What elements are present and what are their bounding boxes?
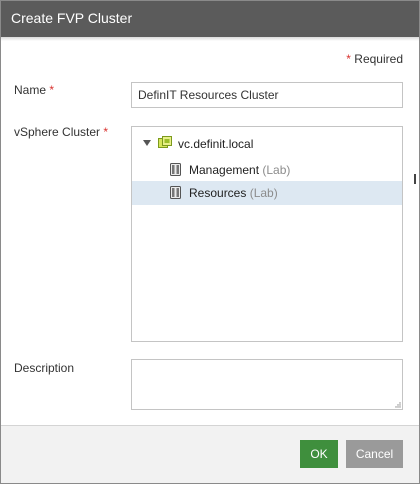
description-textarea[interactable] xyxy=(131,359,403,410)
cancel-button[interactable]: Cancel xyxy=(346,440,403,468)
description-label-text: Description xyxy=(14,361,75,375)
required-text: Required xyxy=(354,52,403,66)
name-input[interactable] xyxy=(131,82,403,108)
tree-item-resources-label: Resources (Lab) xyxy=(189,186,278,200)
cluster-tree[interactable]: vc.definit.local Management (Lab) Resour… xyxy=(131,126,403,342)
required-note: * Required xyxy=(346,52,403,66)
tree-item-management-name: Management xyxy=(189,163,260,177)
name-label-text: Name xyxy=(14,83,47,97)
tree-root-label: vc.definit.local xyxy=(178,137,254,151)
vsphere-cluster-required-asterisk: * xyxy=(103,125,109,139)
tree-item-management-label: Management (Lab) xyxy=(189,163,290,177)
titlebar-divider xyxy=(1,37,419,41)
vsphere-cluster-label-text: vSphere Cluster xyxy=(14,125,101,139)
ok-button[interactable]: OK xyxy=(300,440,338,468)
cluster-icon xyxy=(170,163,181,176)
resize-grip-icon[interactable] xyxy=(394,401,401,408)
tree-item-resources[interactable]: Resources (Lab) xyxy=(132,181,402,205)
tree-item-management[interactable]: Management (Lab) xyxy=(132,158,402,182)
tree-item-resources-suffix: (Lab) xyxy=(249,186,278,200)
required-asterisk: * xyxy=(346,52,351,66)
dialog-titlebar[interactable]: Create FVP Cluster xyxy=(1,1,419,37)
right-edge-marker xyxy=(414,174,416,184)
expand-arrow-icon[interactable] xyxy=(143,140,151,146)
dialog-footer: OK Cancel xyxy=(1,425,419,483)
tree-root-vcenter[interactable]: vc.definit.local xyxy=(132,132,402,156)
tree-item-resources-name: Resources xyxy=(189,186,247,200)
vcenter-icon xyxy=(158,136,172,148)
create-fvp-cluster-dialog: Create FVP Cluster * Required Name * vSp… xyxy=(0,0,420,484)
cluster-icon xyxy=(170,186,181,199)
vsphere-cluster-label: vSphere Cluster * xyxy=(14,125,108,139)
dialog-title: Create FVP Cluster xyxy=(11,10,133,26)
name-label: Name * xyxy=(14,83,54,97)
description-label: Description xyxy=(14,361,74,375)
tree-item-management-suffix: (Lab) xyxy=(262,163,291,177)
name-required-asterisk: * xyxy=(49,83,55,97)
